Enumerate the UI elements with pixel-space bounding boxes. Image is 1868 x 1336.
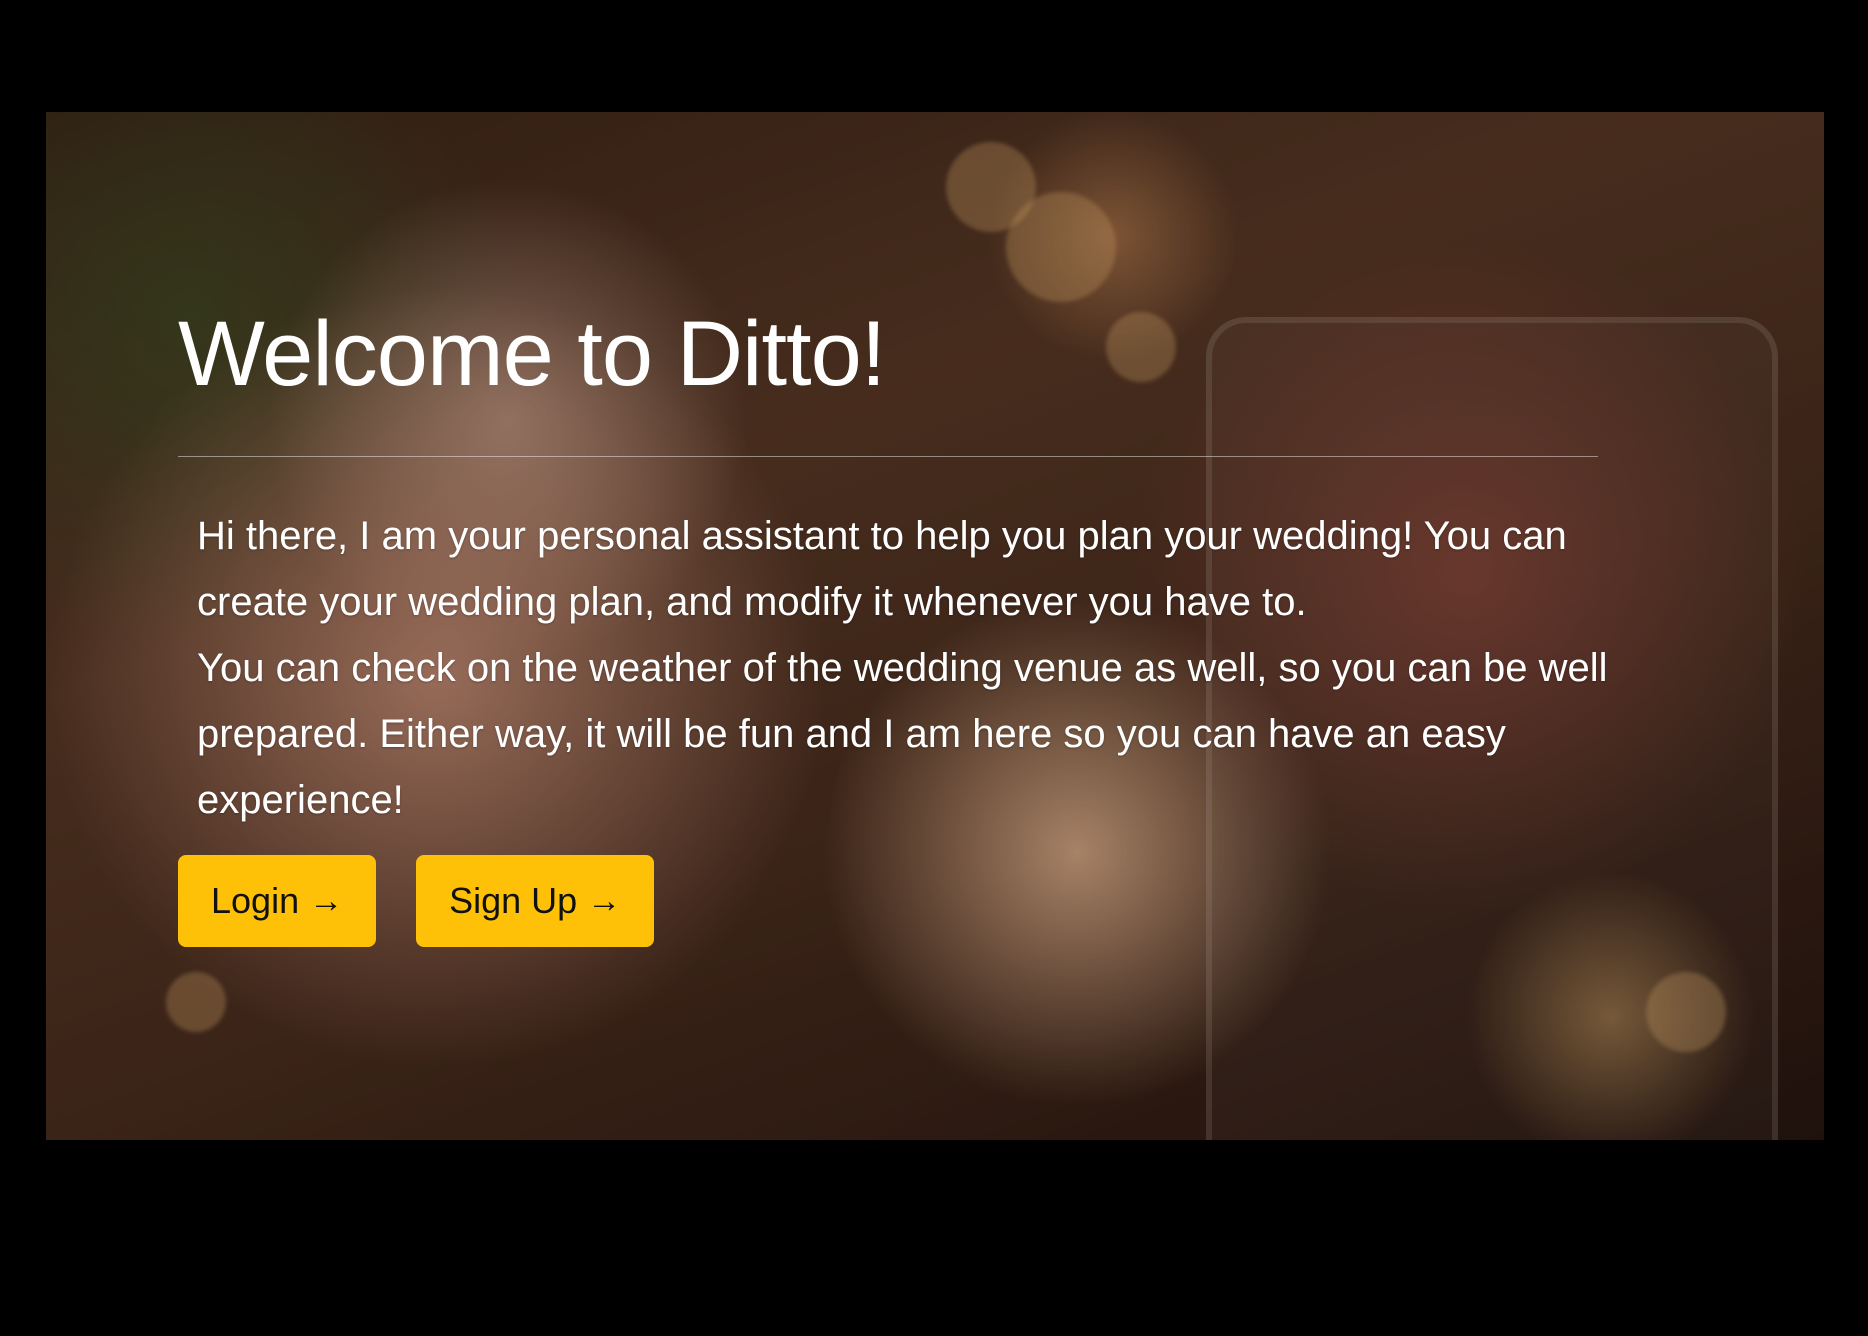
hero-actions: Login → Sign Up → [178, 855, 1608, 947]
login-button[interactable]: Login → [178, 855, 377, 947]
title-divider [178, 456, 1598, 457]
hero-content: Welcome to Ditto! Hi there, I am your pe… [178, 180, 1608, 947]
arrow-right-icon: → [587, 882, 622, 920]
signup-button-label: Sign Up [449, 880, 578, 921]
login-button-label: Login [211, 880, 300, 921]
intro-text: Hi there, I am your personal assistant t… [197, 503, 1617, 833]
signup-button[interactable]: Sign Up → [416, 855, 655, 947]
page-title: Welcome to Ditto! [178, 303, 886, 405]
intro-paragraph-1: Hi there, I am your personal assistant t… [197, 514, 1567, 624]
intro-paragraph-2: You can check on the weather of the wedd… [197, 646, 1608, 822]
arrow-right-icon: → [309, 882, 344, 920]
